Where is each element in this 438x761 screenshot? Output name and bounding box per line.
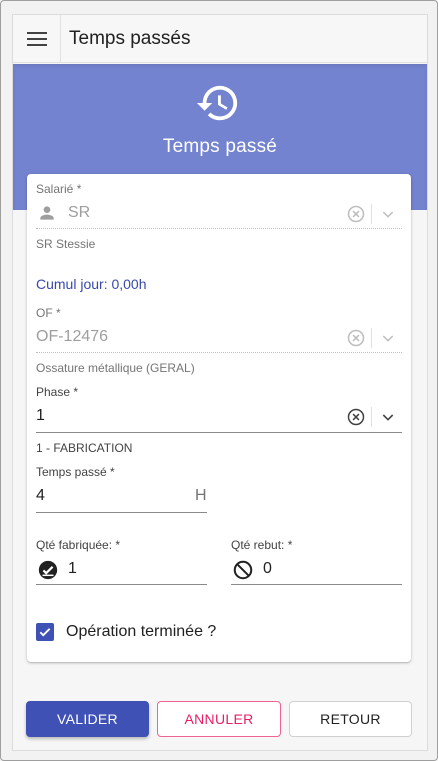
annuler-button[interactable]: ANNULER (157, 701, 281, 737)
chevron-down-icon[interactable] (377, 406, 399, 428)
check-circle-icon (36, 558, 60, 582)
qte-rebut-label: Qté rebut: * (231, 538, 293, 552)
app-window: Temps passés Temps passé Salarié * SR SR… (12, 14, 428, 751)
qte-rebut-field[interactable]: 0 (263, 560, 272, 578)
clear-icon[interactable] (345, 203, 367, 225)
menu-icon (26, 31, 47, 46)
temps-suffix: H (195, 487, 207, 504)
qte-fab-field[interactable]: 1 (68, 560, 77, 578)
cumul-jour: Cumul jour: 0,00h (36, 276, 147, 292)
phase-field[interactable]: 1 (36, 407, 45, 425)
check-icon (39, 628, 51, 637)
page-title: Temps passés (69, 27, 191, 49)
person-icon (36, 202, 58, 224)
phase-label: Phase * (36, 385, 79, 399)
valider-button[interactable]: VALIDER (26, 701, 149, 737)
clear-icon[interactable] (345, 327, 367, 349)
temps-field[interactable]: 4 (36, 487, 45, 505)
chevron-down-icon[interactable] (377, 203, 399, 225)
retour-button[interactable]: RETOUR (289, 701, 412, 737)
device-frame: Temps passés Temps passé Salarié * SR SR… (0, 0, 438, 761)
app-bar: Temps passés (13, 15, 427, 63)
clear-icon[interactable] (345, 406, 367, 428)
of-hint: Ossature métallique (GERAL) (36, 361, 195, 375)
temps-label: Temps passé * (36, 465, 115, 479)
menu-button[interactable] (13, 15, 61, 63)
banner-title: Temps passé (162, 136, 278, 157)
operation-checkbox[interactable] (36, 623, 54, 641)
salarie-field[interactable]: SR (68, 204, 90, 222)
phase-hint: 1 - FABRICATION (36, 441, 133, 455)
chevron-down-icon[interactable] (377, 327, 399, 349)
of-field[interactable]: OF-12476 (36, 328, 108, 346)
operation-label[interactable]: Opération terminée ? (66, 623, 216, 641)
salarie-label: Salarié * (36, 182, 82, 196)
salarie-hint: SR Stessie (36, 237, 96, 251)
history-icon (195, 80, 241, 131)
qte-fab-label: Qté fabriquée: * (36, 538, 121, 552)
block-icon (231, 558, 255, 582)
form-card: Salarié * SR SR Stessie Cumul jour: 0,00… (27, 174, 411, 662)
of-label: OF * (36, 306, 61, 320)
